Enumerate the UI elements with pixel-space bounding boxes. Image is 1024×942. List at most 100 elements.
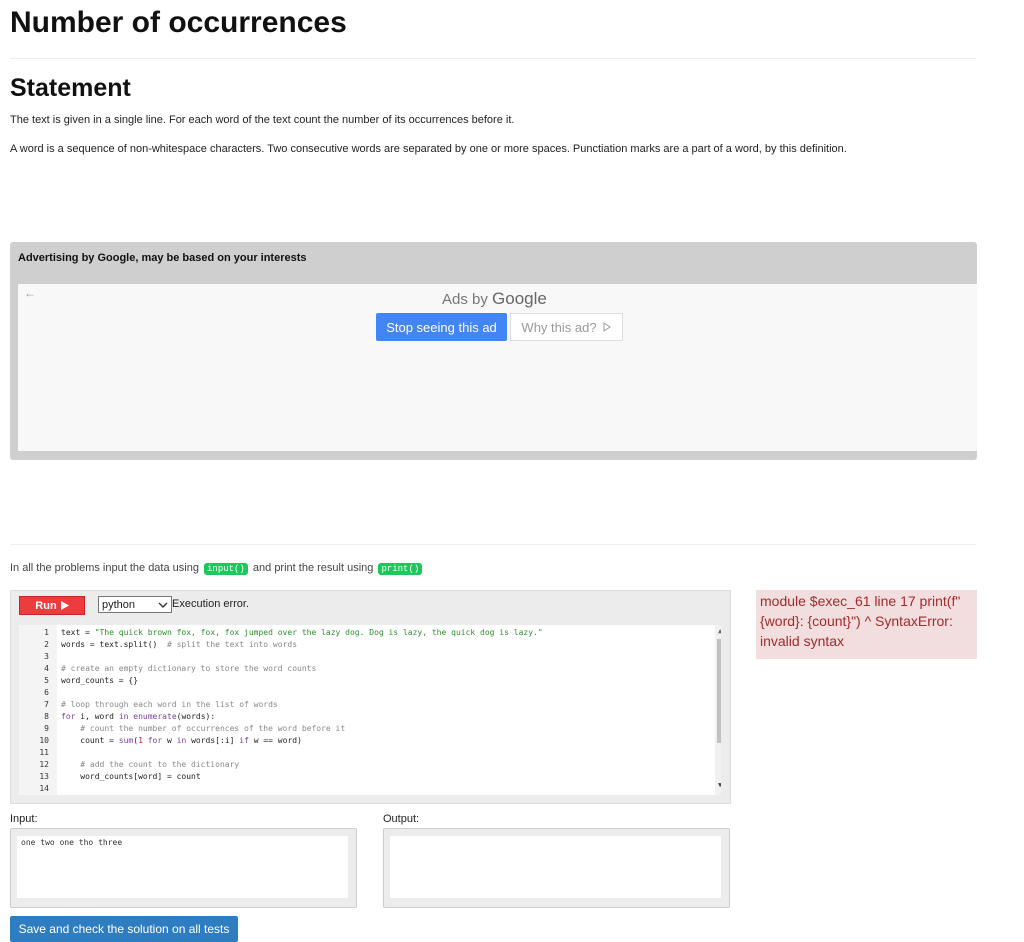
code-token: count =	[61, 736, 119, 745]
scroll-up-icon[interactable]: ▲	[718, 627, 721, 635]
editor-scrollbar[interactable]: ▲ ▼	[715, 625, 721, 795]
line-number: 1	[44, 628, 49, 637]
ad-frame: ← Ads by Google Stop seeing this ad Why …	[18, 284, 977, 451]
input-field[interactable]: one two one tho three	[17, 836, 348, 898]
code-line: 3	[19, 651, 699, 663]
scrollbar-thumb[interactable]	[717, 639, 721, 743]
output-label: Output:	[383, 813, 420, 825]
code-token: for	[147, 736, 163, 745]
code-token: # count the number of occurrences of the…	[61, 724, 346, 733]
code-token: words = text.split()	[61, 640, 167, 649]
error-message: module $exec_61 line 17 print(f" {word}:…	[756, 590, 977, 659]
line-number: 13	[39, 772, 49, 781]
code-line: 14	[19, 783, 699, 795]
line-number: 2	[44, 640, 49, 649]
code-token: in	[118, 712, 129, 721]
code-text: word_counts = {}	[61, 675, 138, 687]
line-number: 5	[44, 676, 49, 685]
code-text: # count the number of occurrences of the…	[61, 723, 345, 735]
language-select[interactable]: python	[98, 596, 172, 613]
code-token: w	[162, 736, 177, 745]
stop-seeing-ad-button[interactable]: Stop seeing this ad	[376, 313, 507, 341]
statement-heading: Statement	[10, 74, 131, 102]
code-token: word_counts = {}	[61, 676, 139, 685]
code-token: enumerate	[133, 712, 177, 721]
input-function-badge: input()	[204, 563, 248, 575]
code-token: text =	[61, 628, 95, 637]
code-token: (words):	[176, 712, 216, 721]
code-line: 2 words = text.split() # split the text i…	[19, 639, 699, 651]
save-and-check-button[interactable]: Save and check the solution on all tests	[10, 916, 238, 942]
why-this-ad-button[interactable]: Why this ad?	[510, 313, 623, 341]
line-number: 9	[44, 724, 49, 733]
code-text: # create an empty dictionary to store th…	[61, 663, 316, 675]
code-panel: Run python Execution error. 1 text = "The…	[10, 590, 731, 804]
ad-container: Advertising by Google, may be based on y…	[10, 242, 977, 460]
divider	[10, 58, 976, 59]
output-field[interactable]	[390, 836, 721, 898]
input-value: one two one tho three	[21, 838, 123, 847]
code-line: 10 count = sum(1 for w in words[:i] if w…	[19, 735, 699, 747]
line-number: 11	[39, 748, 49, 757]
note-middle: and print the result using	[252, 562, 374, 574]
code-token: w == word)	[248, 736, 302, 745]
code-token: # split the text into words	[166, 640, 298, 649]
code-text: text = "The quick brown fox, fox, fox ju…	[61, 627, 543, 639]
line-number: 3	[44, 652, 49, 661]
code-token: in	[176, 736, 187, 745]
run-button[interactable]: Run	[19, 596, 85, 615]
code-line: 5 word_counts = {}	[19, 675, 699, 687]
code-token: i, word	[75, 712, 119, 721]
why-this-ad-label: Why this ad?	[521, 319, 597, 335]
code-line: 9 # count the number of occurrences of t…	[19, 723, 699, 735]
execution-status: Execution error.	[172, 598, 250, 610]
code-text: # add the count to the dictionary	[61, 759, 239, 771]
output-box	[383, 828, 730, 908]
play-icon	[60, 601, 69, 610]
input-label: Input:	[10, 813, 38, 825]
io-instructions: In all the problems input the data using…	[10, 562, 424, 575]
code-line: 11	[19, 747, 699, 759]
line-number: 8	[44, 712, 49, 721]
code-token: words[:i]	[186, 736, 240, 745]
code-line: 13 word_counts[word] = count	[19, 771, 699, 783]
statement-paragraph-2: A word is a sequence of non-whitespace c…	[10, 143, 847, 155]
code-token: "The quick brown fox, fox, fox jumped ov…	[94, 628, 543, 637]
line-number: 6	[44, 688, 49, 697]
ads-by-label: Ads by	[442, 291, 488, 308]
code-line: 12 # add the count to the dictionary	[19, 759, 699, 771]
code-text: word_counts[word] = count	[61, 771, 201, 783]
arrow-left-icon[interactable]: ←	[24, 286, 36, 300]
note-before: In all the problems input the data using	[10, 562, 199, 574]
code-token: if	[239, 736, 249, 745]
ads-by-google: Ads by Google	[442, 289, 547, 309]
line-number: 7	[44, 700, 49, 709]
input-box: one two one tho three	[10, 828, 357, 908]
print-function-badge: print()	[378, 563, 423, 575]
code-token: sum	[118, 736, 134, 745]
code-token: word_counts[word] = count	[61, 772, 201, 781]
line-number: 12	[39, 760, 49, 769]
code-line: 8 for i, word in enumerate(words):	[19, 711, 699, 723]
run-label: Run	[35, 599, 57, 612]
code-editor[interactable]: 1 text = "The quick brown fox, fox, fox j…	[19, 625, 721, 795]
code-line: 7 # loop through each word in the list of…	[19, 699, 699, 711]
code-token: for	[61, 712, 76, 721]
code-line: 1 text = "The quick brown fox, fox, fox j…	[19, 627, 699, 639]
divider	[10, 544, 976, 545]
code-token: # loop through each word in the list of …	[61, 700, 278, 709]
code-text: for i, word in enumerate(words):	[61, 711, 215, 723]
code-token: # add the count to the dictionary	[61, 760, 240, 769]
page-title: Number of occurrences	[10, 6, 347, 39]
line-number: 14	[39, 784, 49, 793]
scroll-down-icon[interactable]: ▼	[718, 781, 721, 789]
code-text: # loop through each word in the list of …	[61, 699, 278, 711]
code-text: count = sum(1 for w in words[:i] if w ==…	[61, 735, 302, 747]
code-token: # create an empty dictionary to store th…	[61, 664, 317, 673]
google-logo: Google	[492, 289, 547, 308]
line-number: 4	[44, 664, 49, 673]
code-text: words = text.split() # split the text in…	[61, 639, 297, 651]
play-outline-icon	[603, 322, 611, 332]
code-line: 6	[19, 687, 699, 699]
statement-paragraph-1: The text is given in a single line. For …	[10, 114, 515, 126]
